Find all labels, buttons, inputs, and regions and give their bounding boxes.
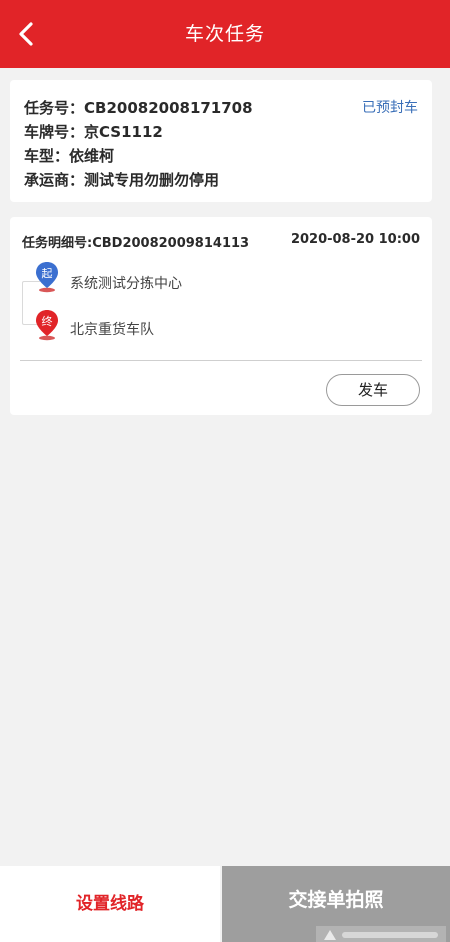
plate-number: 车牌号：京CS1112	[24, 123, 163, 141]
detail-number: 任务明细号:CBD20082009814113	[22, 236, 250, 251]
start-badge-text: 起	[42, 267, 53, 280]
vehicle-type: 车型：依维柯	[24, 147, 115, 165]
end-pin-icon: 终	[36, 310, 58, 341]
carrier-name: 承运商：测试专用勿删勿停用	[24, 171, 220, 189]
app-screen: 车次任务 任务号：CB20082008171708 车牌号：京CS1112 车型…	[0, 0, 450, 942]
set-route-button[interactable]: 设置线路	[0, 866, 220, 942]
task-number: 任务号：CB20082008171708	[24, 99, 253, 117]
end-badge-text: 终	[42, 314, 53, 328]
detail-time: 2020-08-20 10:00	[290, 232, 420, 247]
handover-photo-label: 交接单拍照	[288, 889, 384, 911]
task-detail-card: 任务明细号:CBD20082009814113 2020-08-20 10:00…	[10, 217, 432, 415]
watermark-logo	[316, 926, 446, 942]
end-location: 北京重货车队	[70, 322, 154, 338]
status-badge: 已预封车	[362, 100, 418, 116]
depart-button[interactable]: 发车	[326, 374, 420, 406]
divider	[20, 360, 422, 361]
top-bar: 车次任务	[0, 0, 450, 68]
page-title: 车次任务	[184, 23, 265, 45]
start-location: 系统测试分拣中心	[70, 276, 182, 292]
task-info-card: 任务号：CB20082008171708 车牌号：京CS1112 车型：依维柯 …	[10, 80, 432, 202]
start-pin-icon: 起	[36, 262, 58, 293]
